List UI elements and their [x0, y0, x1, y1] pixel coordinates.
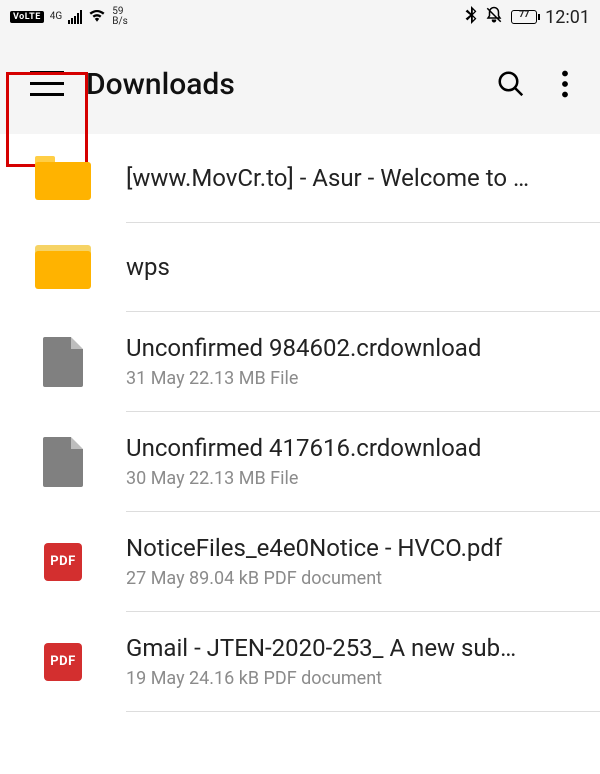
- network-label: 4G: [50, 12, 62, 22]
- overflow-button[interactable]: [538, 57, 592, 111]
- list-item[interactable]: Unconfirmed 417616.crdownload 30 May 22.…: [0, 412, 600, 511]
- item-meta: 30 May 22.13 MB File: [126, 468, 580, 489]
- item-name: Gmail - JTEN-2020-253_ A new sub…: [126, 634, 580, 662]
- status-left: VoLTE 4G 59 B/s: [10, 7, 128, 27]
- file-list: [www.MovCr.to] - Asur - Welcome to … wps…: [0, 134, 600, 712]
- divider: [126, 711, 600, 712]
- list-item[interactable]: PDF Gmail - JTEN-2020-253_ A new sub… 19…: [0, 612, 600, 711]
- volte-badge: VoLTE: [10, 11, 44, 23]
- item-name: NoticeFiles_e4e0Notice - HVCO.pdf: [126, 534, 580, 562]
- item-meta: 27 May 89.04 kB PDF document: [126, 568, 580, 589]
- more-vert-icon: [561, 70, 569, 98]
- item-name: [www.MovCr.to] - Asur - Welcome to …: [126, 164, 580, 192]
- folder-icon: [35, 156, 91, 200]
- item-name: Unconfirmed 984602.crdownload: [126, 334, 580, 362]
- status-bar: VoLTE 4G 59 B/s 77 12:01: [0, 0, 600, 34]
- folder-icon: [35, 245, 91, 289]
- item-meta: 19 May 24.16 kB PDF document: [126, 668, 580, 689]
- clock: 12:01: [545, 7, 590, 28]
- status-right: 77 12:01: [465, 6, 590, 28]
- hamburger-icon: [30, 71, 64, 97]
- bluetooth-icon: [465, 6, 477, 28]
- pdf-icon: PDF: [44, 643, 82, 681]
- file-icon: [43, 337, 83, 387]
- item-name: Unconfirmed 417616.crdownload: [126, 434, 580, 462]
- speed-indicator: 59 B/s: [112, 7, 128, 27]
- item-meta: 31 May 22.13 MB File: [126, 368, 580, 389]
- pdf-icon: PDF: [44, 543, 82, 581]
- list-item[interactable]: [www.MovCr.to] - Asur - Welcome to …: [0, 134, 600, 222]
- menu-button[interactable]: [8, 34, 86, 134]
- list-item[interactable]: PDF NoticeFiles_e4e0Notice - HVCO.pdf 27…: [0, 512, 600, 611]
- item-name: wps: [126, 253, 580, 281]
- list-item[interactable]: Unconfirmed 984602.crdownload 31 May 22.…: [0, 312, 600, 411]
- wifi-icon: [88, 8, 106, 26]
- battery-icon: 77: [511, 10, 537, 24]
- search-button[interactable]: [484, 57, 538, 111]
- page-title: Downloads: [86, 67, 484, 102]
- search-icon: [496, 69, 526, 99]
- signal-icon: [68, 10, 82, 24]
- list-item[interactable]: wps: [0, 223, 600, 311]
- mute-icon: [485, 6, 503, 28]
- app-bar: Downloads: [0, 34, 600, 134]
- file-icon: [43, 437, 83, 487]
